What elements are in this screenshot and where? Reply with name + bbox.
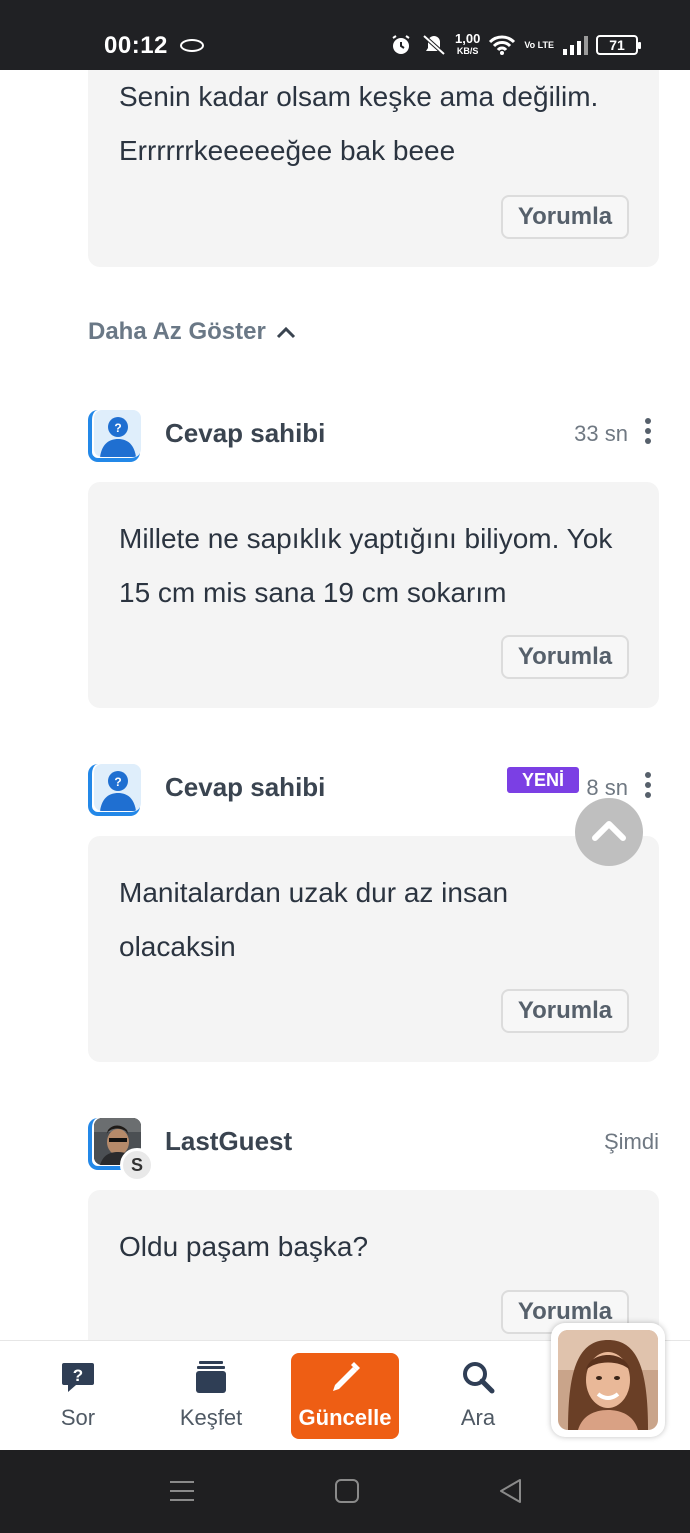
recent-apps-icon[interactable] (169, 1478, 195, 1509)
reply-button[interactable]: Yorumla (501, 989, 629, 1033)
net-speed-value: 1,00 (455, 31, 481, 46)
companion-photo (558, 1330, 658, 1430)
user-level-badge: S (120, 1148, 154, 1182)
comment-header: ? Cevap sahibi 33 sn (88, 410, 659, 466)
comment-card: Senin kadar olsam keşke ama değilim. Err… (88, 70, 659, 267)
back-icon[interactable] (498, 1478, 524, 1509)
comment-card: Oldu paşam başka? Yorumla (88, 1190, 659, 1340)
status-icons: 1,00 KB/S Vo LTE 71 (389, 28, 641, 62)
nav-label: Güncelle (298, 1405, 392, 1430)
system-navigation-bar (0, 1450, 690, 1533)
avatar[interactable]: S (88, 1118, 154, 1182)
show-less-link[interactable]: Daha Az Göster (88, 318, 296, 346)
chat-companion-avatar[interactable] (551, 1323, 665, 1437)
comment-card: Millete ne sapıklık yaptığını biliyom. Y… (88, 482, 659, 708)
battery-indicator: 71 (596, 35, 641, 55)
chevron-up-icon (276, 318, 296, 346)
pencil-icon (327, 1359, 363, 1395)
comment-card: Manitalardan uzak dur az insan olacaksin… (88, 836, 659, 1062)
nav-label: Keşfet (179, 1405, 243, 1430)
net-speed: 1,00 KB/S (455, 31, 481, 57)
nav-label: Ara (460, 1405, 496, 1430)
volte-indicator: Vo LTE (524, 39, 554, 50)
comment-text: Oldu paşam başka? (119, 1231, 369, 1262)
net-speed-unit: KB/S (456, 46, 479, 56)
comment-time: Şimdi (603, 1129, 659, 1154)
comment-text: Manitalardan uzak dur az insan olacaksin (119, 877, 509, 962)
stack-icon (193, 1359, 229, 1395)
sync-icon (180, 39, 204, 52)
nav-item-sor[interactable]: ? Sor (24, 1353, 132, 1439)
comment-author[interactable]: Cevap sahibi (165, 772, 325, 803)
new-badge: YENİ (507, 767, 579, 793)
nav-label: Sor (60, 1405, 96, 1430)
reply-button[interactable]: Yorumla (501, 635, 629, 679)
comment-header: ? Cevap sahibi YENİ 8 sn (88, 764, 659, 820)
svg-text:?: ? (114, 421, 121, 435)
home-icon[interactable] (334, 1478, 360, 1509)
show-less-label: Daha Az Göster (88, 318, 266, 345)
nav-item-ara[interactable]: Ara (424, 1353, 532, 1439)
comments-feed[interactable]: Senin kadar olsam keşke ama değilim. Err… (0, 70, 690, 1340)
reply-button[interactable]: Yorumla (501, 195, 629, 239)
nav-item-kesfet[interactable]: Keşfet (157, 1353, 265, 1439)
nav-item-guncelle[interactable]: Güncelle (291, 1353, 399, 1439)
bottom-navigation: ? Sor Keşfet Güncelle Ara (0, 1323, 690, 1450)
chevron-up-icon (592, 821, 626, 841)
comment-text: Senin kadar olsam keşke ama değilim. Err… (119, 81, 599, 166)
scroll-to-top-button[interactable] (575, 798, 643, 866)
mute-icon (421, 33, 447, 57)
svg-text:?: ? (73, 1366, 83, 1385)
question-bubble-icon: ? (60, 1359, 96, 1395)
comment-time: 33 sn (574, 421, 628, 446)
anonymous-user-icon: ? (94, 410, 141, 457)
alarm-icon (389, 33, 413, 57)
wifi-icon (488, 34, 516, 56)
more-options-icon[interactable] (645, 772, 651, 798)
comment-author[interactable]: LastGuest (165, 1126, 292, 1157)
anonymous-user-icon: ? (94, 764, 141, 811)
more-options-icon[interactable] (645, 418, 651, 444)
comment-author[interactable]: Cevap sahibi (165, 418, 325, 449)
status-bar: 00:12 1,00 KB/S Vo LTE 71 (0, 0, 690, 70)
avatar[interactable]: ? (88, 410, 142, 464)
comment-text: Millete ne sapıklık yaptığını biliyom. Y… (119, 523, 613, 608)
signal-icon (562, 35, 588, 55)
status-time: 00:12 (104, 32, 168, 59)
avatar[interactable]: ? (88, 764, 142, 818)
svg-text:?: ? (114, 775, 121, 789)
search-icon (460, 1359, 496, 1395)
comment-header: S LastGuest Şimdi (88, 1118, 659, 1182)
